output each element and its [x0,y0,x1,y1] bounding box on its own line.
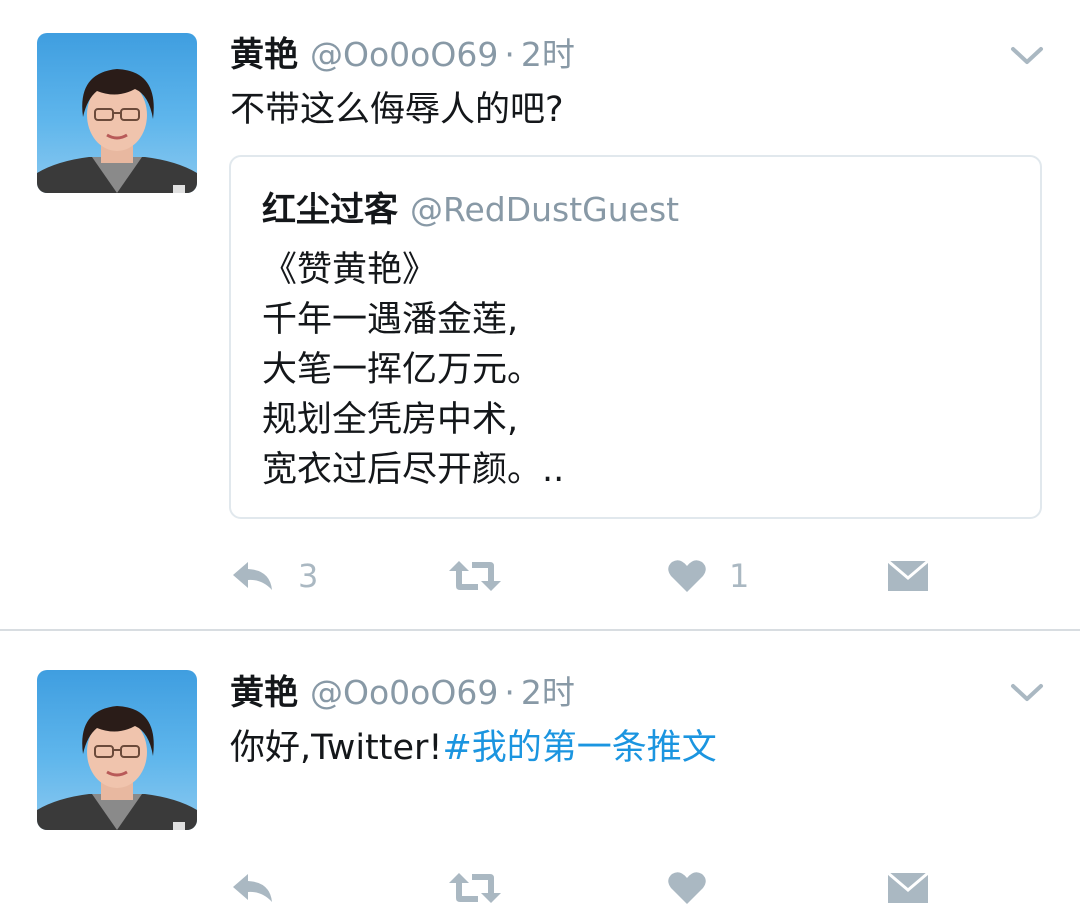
quoted-tweet-header: 红尘过客 @RedDustGuest [262,185,679,241]
quoted-handle: @RedDustGuest [410,190,680,229]
tweet-divider [0,629,1080,631]
action-bar: 3 1 [230,551,990,601]
hashtag-link[interactable]: #我的第一条推文 [442,728,716,768]
direct-message-button[interactable] [886,551,930,601]
like-button[interactable] [667,863,729,913]
reply-button[interactable] [230,863,298,913]
handle[interactable]: @Oo0oO69 [310,673,498,712]
quoted-line: 大笔一挥亿万元。 [262,350,543,390]
tweet[interactable]: 黄艳 @Oo0oO69 · 2时 你好,Twitter!#我的第一条推文 [0,632,1080,914]
timestamp[interactable]: 2时 [521,35,575,74]
reply-button[interactable]: 3 [230,551,318,601]
display-name[interactable]: 黄艳 [230,673,298,713]
direct-message-icon [886,870,930,906]
reply-icon [230,558,276,594]
quoted-tweet-text: 《赞黄艳》 千年一遇潘金莲, 大笔一挥亿万元。 规划全凭房中术, 宽衣过后尽开颜… [262,245,564,495]
timestamp[interactable]: 2时 [521,673,575,712]
chevron-down-icon[interactable] [1010,44,1044,68]
tweet-text: 你好,Twitter!#我的第一条推文 [230,724,717,772]
retweet-button[interactable] [448,863,524,913]
chevron-down-icon[interactable] [1010,681,1044,705]
heart-icon [667,558,707,594]
avatar[interactable] [37,670,197,830]
display-name[interactable]: 黄艳 [230,35,298,75]
separator: · [504,673,515,712]
retweet-button[interactable] [448,551,524,601]
tweet-header: 黄艳 @Oo0oO69 · 2时 [230,30,575,80]
action-bar [230,863,990,913]
like-count: 1 [729,557,750,595]
avatar[interactable] [37,33,197,193]
retweet-icon [448,558,502,594]
tweet-text-plain: 你好,Twitter! [230,728,443,768]
tweet-header: 黄艳 @Oo0oO69 · 2时 [230,668,575,718]
handle[interactable]: @Oo0oO69 [310,35,498,74]
reply-count: 3 [298,557,319,595]
heart-icon [667,870,707,906]
quoted-tweet[interactable]: 红尘过客 @RedDustGuest 《赞黄艳》 千年一遇潘金莲, 大笔一挥亿万元… [229,155,1042,519]
direct-message-button[interactable] [886,863,930,913]
tweet[interactable]: 黄艳 @Oo0oO69 · 2时 不带这么侮辱人的吧? 红尘过客 @RedDustGue… [0,0,1080,630]
reply-icon [230,870,276,906]
quoted-display-name: 红尘过客 [262,190,398,230]
separator: · [504,35,515,74]
quoted-line: 宽衣过后尽开颜。.. [262,450,565,490]
quoted-line: 规划全凭房中术, [262,400,519,440]
retweet-icon [448,870,502,906]
tweet-text: 不带这么侮辱人的吧? [230,90,564,130]
like-button[interactable]: 1 [667,551,749,601]
direct-message-icon [886,558,930,594]
quoted-line: 千年一遇潘金莲, [262,300,519,340]
quoted-line: 《赞黄艳》 [262,250,438,290]
